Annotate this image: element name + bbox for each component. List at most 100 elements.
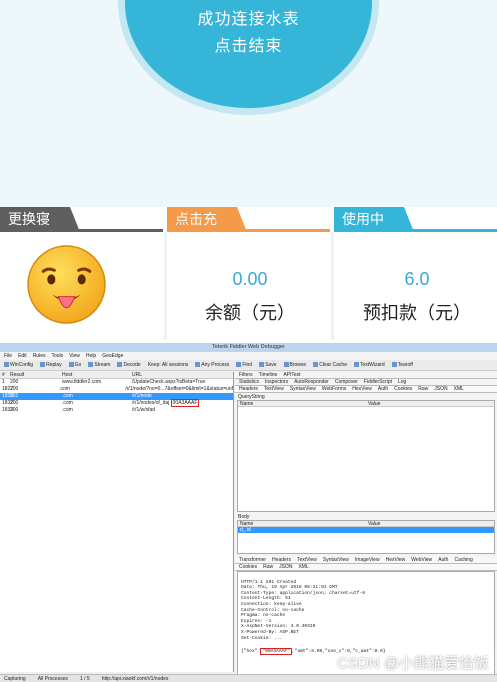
find-button[interactable]: Find [236, 360, 252, 370]
grid-header-value: Value [368, 521, 381, 527]
window-title: Telerik Fiddler Web Debugger [0, 343, 497, 352]
resp-tab-webview[interactable]: WebView [411, 557, 432, 563]
selected-url: http://api.xiaokf.com/r/1/nodes [101, 676, 169, 682]
column-host[interactable]: Host [62, 372, 132, 378]
tab-fiddlerscript[interactable]: FiddlerScript [364, 379, 392, 385]
tab-inspectors[interactable]: Inspectors [265, 379, 288, 385]
column-url[interactable]: URL [132, 372, 233, 378]
resp-tab-json[interactable]: JSON [279, 564, 292, 570]
keep-sessions-select[interactable]: Keep: All sessions [148, 360, 189, 370]
menu-view[interactable]: View [69, 352, 80, 360]
browse-icon [283, 362, 289, 368]
save-icon [259, 362, 265, 368]
find-icon [236, 362, 242, 368]
req-tab-json[interactable]: JSON [434, 386, 447, 392]
menu-edit[interactable]: Edit [18, 352, 27, 360]
balance-value: 0.00 [232, 269, 268, 289]
tab-filters[interactable]: Filters [239, 372, 253, 378]
menu-geoedge[interactable]: GeoEdge [102, 352, 123, 360]
body-grid[interactable]: Name Value d_ id [237, 520, 495, 554]
save-button[interactable]: Save [259, 360, 277, 370]
tab-statistics[interactable]: Statistics [239, 379, 259, 385]
tearoff-button[interactable]: Tearoff [391, 360, 413, 370]
go-button[interactable]: Go [68, 360, 81, 370]
req-tab-syntaxview[interactable]: SyntaxView [290, 386, 316, 392]
clear-cache-icon [313, 362, 319, 368]
req-tab-headers[interactable]: Headers [239, 386, 258, 392]
any-process-button[interactable]: Any Process [195, 360, 229, 370]
session-row[interactable]: 1833 200 .com /r/1/w/sfad [0, 407, 233, 414]
req-tab-cookies[interactable]: Cookies [394, 386, 412, 392]
sessions-header: # Result Host URL [0, 372, 233, 379]
session-url: /UpdateCheck.aspx?isBeta=True [132, 379, 206, 385]
session-id: 1827 [2, 386, 14, 392]
session-result: 200 [10, 379, 19, 385]
resp-tab-textview[interactable]: TextView [297, 557, 317, 563]
session-result: 201 [10, 393, 19, 399]
toolbar: WinConfig Replay Go Stream Decode Keep: … [0, 360, 497, 371]
menu-rules[interactable]: Rules [33, 352, 46, 360]
session-host: .com [59, 386, 70, 392]
replay-button[interactable]: Replay [40, 360, 62, 370]
menu-file[interactable]: File [4, 352, 12, 360]
column-result[interactable]: Result [10, 372, 34, 378]
tab-autoresponder[interactable]: AutoResponder [294, 379, 329, 385]
session-url: /r/1/w/sfad [132, 407, 156, 413]
process-filter[interactable]: All Processes [38, 675, 68, 682]
tab-composer[interactable]: Composer [335, 379, 358, 385]
session-host: .com [62, 400, 73, 406]
response-tabs-2: Cookies Raw JSON XML [235, 564, 497, 571]
capturing-status[interactable]: Capturing [4, 675, 26, 682]
highlighted-json-hex: "00A3AAAF" [260, 647, 292, 655]
tab-in-use[interactable]: 使用中 [334, 207, 497, 232]
session-protocol [34, 379, 62, 386]
resp-tab-cookies[interactable]: Cookies [239, 564, 257, 570]
resp-tab-caching[interactable]: Caching [454, 557, 472, 563]
find-label: Find [242, 362, 253, 368]
resp-tab-transformer[interactable]: Transformer [239, 557, 266, 563]
menu-help[interactable]: Help [86, 352, 96, 360]
column-id[interactable]: # [0, 372, 10, 378]
req-tab-textview[interactable]: TextView [264, 386, 284, 392]
textwizard-button[interactable]: TextWizard [353, 360, 385, 370]
sessions-list[interactable]: # Result Host URL 1 200 www.fiddler2.com… [0, 372, 234, 672]
tab-recharge[interactable]: 点击充值 [167, 207, 330, 252]
req-tab-raw[interactable]: Raw [418, 386, 428, 392]
grid-header-name: Name [240, 521, 254, 527]
session-row[interactable]: 1 200 www.fiddler2.com /UpdateCheck.aspx… [0, 379, 233, 386]
resp-tab-imageview[interactable]: ImageView [355, 557, 380, 563]
app-info-panel: 0.00 余额（元） 6.0 预扣款（元） [0, 232, 497, 340]
session-result: 200 [10, 386, 19, 392]
balance-label: 余额（元） [205, 303, 295, 323]
stream-button[interactable]: Stream [88, 360, 110, 370]
tab-apitest[interactable]: APITest [283, 372, 300, 378]
tab-log[interactable]: Log [398, 379, 406, 385]
tab-timeline[interactable]: Timeline [259, 372, 278, 378]
grid-header: Name Value [238, 401, 494, 407]
session-url: /r/1/node/?no=0...7&offset=0&limit=1&sta… [125, 386, 234, 392]
body-row-selected[interactable]: d_ id [238, 527, 494, 533]
menu-tools[interactable]: Tools [51, 352, 63, 360]
finish-button[interactable]: 成功连接水表 点击结束 [118, 0, 379, 115]
resp-tab-xml[interactable]: XML [298, 564, 308, 570]
session-row[interactable]: 1832 200 .com /r/1/nodes/of_daj 00A3AAAF [0, 399, 233, 407]
resp-tab-hexview[interactable]: HexView [386, 557, 406, 563]
connected-text: 成功连接水表 [197, 11, 300, 28]
session-id: 1832 [2, 400, 14, 406]
winconfig-button[interactable]: WinConfig [4, 360, 33, 370]
resp-tab-headers[interactable]: Headers [272, 557, 291, 563]
resp-tab-raw[interactable]: Raw [263, 564, 273, 570]
clear-cache-button[interactable]: Clear Cache [313, 360, 347, 370]
decode-button[interactable]: Decode [117, 360, 141, 370]
req-tab-webforms[interactable]: WebForms [322, 386, 346, 392]
resp-tab-auth[interactable]: Auth [438, 557, 448, 563]
querystring-grid[interactable]: Name Value [237, 400, 495, 512]
req-tab-xml[interactable]: XML [454, 386, 464, 392]
browse-button[interactable]: Browse [283, 360, 306, 370]
tab-change-room[interactable]: 更换寝室 [0, 207, 163, 252]
req-tab-auth[interactable]: Auth [378, 386, 388, 392]
resp-tab-syntaxview[interactable]: SyntaxView [323, 557, 349, 563]
session-host: www.fiddler2.com [62, 379, 102, 385]
req-tab-hexview[interactable]: HexView [352, 386, 372, 392]
session-row[interactable]: 1827 200 .com /r/1/node/?no=0...7&offset… [0, 386, 233, 393]
